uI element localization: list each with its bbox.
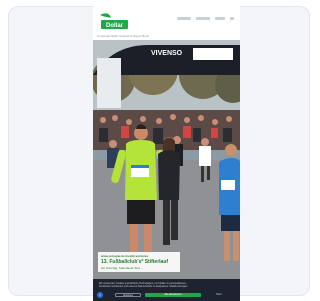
accept-cookies-button[interactable]: Alle akzeptieren xyxy=(145,293,201,297)
info-icon[interactable]: i xyxy=(97,292,103,298)
reject-cookies-button[interactable]: Ablehnen xyxy=(115,293,141,297)
hero-caption: www.cologne-bonn-inkl-ventures 13. Fußba… xyxy=(98,252,180,272)
site-subline: Corporate Stadt Umland Cologne Bonn xyxy=(97,34,150,38)
logo-text: Dollar xyxy=(106,23,124,29)
more-options-button[interactable]: Mehr xyxy=(212,293,226,297)
banner-text: VIVENSO xyxy=(151,50,183,57)
caption-kicker: www.cologne-bonn-inkl-ventures xyxy=(101,254,149,258)
caption-date: am Sonntag, Spandauer Stra... xyxy=(101,266,143,270)
nav-item-3[interactable] xyxy=(215,17,225,20)
site-logo[interactable]: Dollar xyxy=(97,11,131,31)
nav-menu xyxy=(177,17,234,20)
site-header: Dollar Corporate Stadt Umland Cologne Bo… xyxy=(93,6,240,38)
hero-image: VIVENSO xyxy=(93,40,240,283)
website-preview: Dollar Corporate Stadt Umland Cologne Bo… xyxy=(93,6,240,301)
nav-item-1[interactable] xyxy=(177,17,191,20)
nav-item-2[interactable] xyxy=(196,17,210,20)
consent-text-line-2: Funktionen anzubieten und unseren Datenv… xyxy=(99,285,188,288)
cookie-consent-bar: Wir verwenden Cookies und ähnliche Techn… xyxy=(93,279,240,301)
caption-title[interactable]: 13. Fußballclub's* Stifterlauf xyxy=(101,259,177,265)
search-icon[interactable] xyxy=(230,17,234,20)
